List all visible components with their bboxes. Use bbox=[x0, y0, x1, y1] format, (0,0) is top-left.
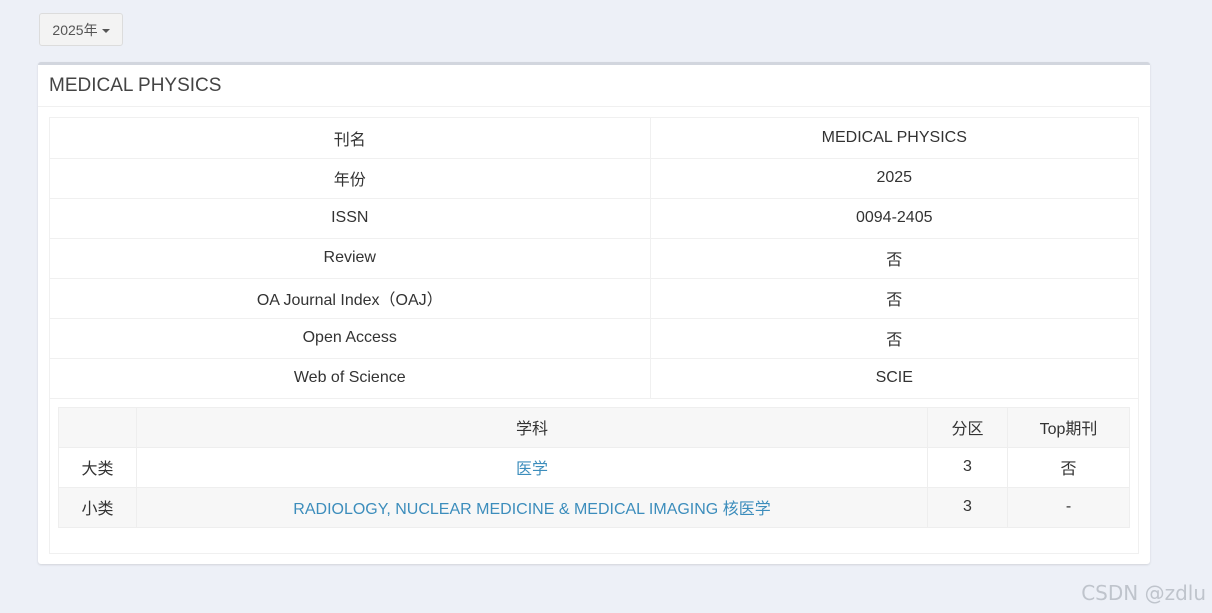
table-row: Open Access 否 bbox=[50, 318, 1138, 359]
table-row: 大类 医学 3 否 bbox=[58, 446, 1130, 488]
panel-body: 刊名 MEDICAL PHYSICS 年份 2025 ISSN 0094-240… bbox=[49, 117, 1139, 554]
table-header-row: 学科 分区 Top期刊 bbox=[58, 406, 1130, 448]
subject-table-wrapper: 学科 分区 Top期刊 大类 医学 3 否 小类 RADIOLOGY, NUCL… bbox=[50, 399, 1138, 528]
year-dropdown-button[interactable]: 2025年 bbox=[39, 13, 123, 46]
subject-cell: RADIOLOGY, NUCLEAR MEDICINE & MEDICAL IM… bbox=[136, 486, 928, 528]
table-row: Web of Science SCIE bbox=[50, 358, 1138, 399]
subject-link[interactable]: 医学 bbox=[516, 461, 548, 478]
table-row: OA Journal Index（OAJ） 否 bbox=[50, 278, 1138, 319]
subject-level: 小类 bbox=[58, 486, 137, 528]
panel-title: MEDICAL PHYSICS bbox=[38, 65, 1150, 107]
info-value: 否 bbox=[650, 318, 1138, 359]
info-value: MEDICAL PHYSICS bbox=[650, 118, 1138, 159]
info-value: 0094-2405 bbox=[650, 198, 1138, 239]
info-key: 年份 bbox=[50, 158, 651, 199]
column-header-top: Top期刊 bbox=[1007, 406, 1130, 448]
journal-panel: MEDICAL PHYSICS 刊名 MEDICAL PHYSICS 年份 20… bbox=[38, 62, 1150, 564]
info-key: OA Journal Index（OAJ） bbox=[50, 278, 651, 319]
column-header-subject: 学科 bbox=[136, 406, 928, 448]
subject-cell: 医学 bbox=[136, 446, 928, 488]
info-key: ISSN bbox=[50, 198, 651, 239]
subject-zone: 3 bbox=[927, 446, 1008, 488]
table-row: ISSN 0094-2405 bbox=[50, 198, 1138, 239]
subject-link[interactable]: RADIOLOGY, NUCLEAR MEDICINE & MEDICAL IM… bbox=[293, 501, 770, 518]
table-row: 年份 2025 bbox=[50, 158, 1138, 199]
table-row: 刊名 MEDICAL PHYSICS bbox=[50, 118, 1138, 159]
subject-top: 否 bbox=[1007, 446, 1130, 488]
info-key: Review bbox=[50, 238, 651, 279]
year-dropdown-label: 2025年 bbox=[52, 21, 98, 38]
info-value: SCIE bbox=[650, 358, 1138, 399]
info-value: 否 bbox=[650, 278, 1138, 319]
subject-level: 大类 bbox=[58, 446, 137, 488]
info-value: 否 bbox=[650, 238, 1138, 279]
subject-table: 学科 分区 Top期刊 大类 医学 3 否 小类 RADIOLOGY, NUCL… bbox=[58, 406, 1130, 528]
column-header-zone: 分区 bbox=[927, 406, 1008, 448]
info-key: 刊名 bbox=[50, 118, 651, 159]
subject-zone: 3 bbox=[927, 486, 1008, 528]
table-row: 小类 RADIOLOGY, NUCLEAR MEDICINE & MEDICAL… bbox=[58, 486, 1130, 528]
info-key: Open Access bbox=[50, 318, 651, 359]
info-value: 2025 bbox=[650, 158, 1138, 199]
table-row: Review 否 bbox=[50, 238, 1138, 279]
subject-top: - bbox=[1007, 486, 1130, 528]
watermark: CSDN @zdlu bbox=[1081, 581, 1206, 605]
caret-down-icon bbox=[101, 28, 110, 33]
info-key: Web of Science bbox=[50, 358, 651, 399]
column-header-level bbox=[58, 406, 137, 448]
journal-info-table: 刊名 MEDICAL PHYSICS 年份 2025 ISSN 0094-240… bbox=[50, 118, 1138, 399]
